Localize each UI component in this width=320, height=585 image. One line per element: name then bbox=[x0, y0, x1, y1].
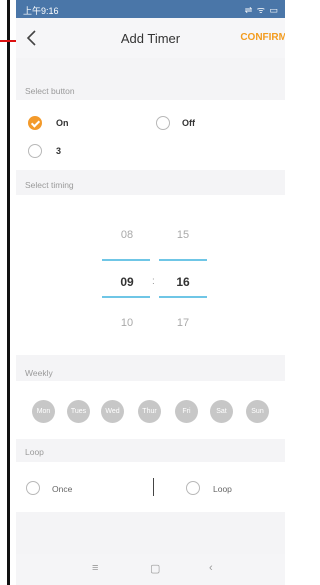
radio-3[interactable] bbox=[28, 144, 42, 158]
option-off-label: Off bbox=[182, 118, 195, 128]
option-3-label: 3 bbox=[56, 146, 62, 156]
minute-next[interactable]: 17 bbox=[163, 317, 203, 329]
system-nav-bar: ≡ ▢ ‹ bbox=[16, 554, 285, 585]
day-wed[interactable]: Wed bbox=[101, 400, 124, 423]
confirm-button[interactable]: CONFIRM bbox=[240, 32, 285, 43]
back-nav-icon[interactable]: ‹ bbox=[209, 562, 213, 574]
radio-once[interactable] bbox=[26, 481, 40, 495]
day-tues[interactable]: Tues bbox=[67, 400, 90, 423]
hour-selected[interactable]: 09 bbox=[107, 275, 147, 289]
time-picker[interactable]: 08 15 09 : 16 10 17 bbox=[16, 195, 285, 355]
loop-panel: Once Loop bbox=[16, 462, 285, 512]
select-button-label: Select button bbox=[25, 86, 75, 96]
home-icon[interactable]: ▢ bbox=[150, 562, 160, 575]
day-sat[interactable]: Sat bbox=[210, 400, 233, 423]
hour-highlight-top bbox=[102, 259, 150, 261]
nav-bar: Add Timer CONFIRM bbox=[16, 18, 285, 58]
minute-highlight-top bbox=[159, 259, 207, 261]
option-on-label: On bbox=[56, 118, 69, 128]
loop-once-label: Once bbox=[52, 484, 73, 494]
menu-icon[interactable]: ≡ bbox=[92, 562, 98, 574]
status-bar: 上午9:16 ⇌ ᯤ ▭ bbox=[16, 0, 285, 18]
phone-screen: 上午9:16 ⇌ ᯤ ▭ Add Timer CONFIRM Select bu… bbox=[16, 0, 285, 585]
day-sun[interactable]: Sun bbox=[246, 400, 269, 423]
time-separator: : bbox=[152, 276, 155, 287]
day-fri[interactable]: Fri bbox=[175, 400, 198, 423]
select-timing-label: Select timing bbox=[25, 180, 74, 190]
minute-selected[interactable]: 16 bbox=[163, 275, 203, 289]
minute-highlight-bottom bbox=[159, 296, 207, 298]
minute-prev[interactable]: 15 bbox=[163, 229, 203, 241]
annotation-marker bbox=[0, 40, 16, 42]
left-frame bbox=[0, 0, 16, 585]
select-button-panel: On Off 3 bbox=[16, 100, 285, 170]
day-thur[interactable]: Thur bbox=[138, 400, 161, 423]
hour-prev[interactable]: 08 bbox=[107, 229, 147, 241]
hour-next[interactable]: 10 bbox=[107, 317, 147, 329]
radio-on[interactable] bbox=[28, 116, 42, 130]
loop-divider bbox=[153, 478, 154, 496]
radio-off[interactable] bbox=[156, 116, 170, 130]
status-icons: ⇌ ᯤ ▭ bbox=[244, 5, 279, 15]
weekly-label: Weekly bbox=[25, 368, 53, 378]
loop-label: Loop bbox=[25, 447, 44, 457]
loop-loop-label: Loop bbox=[213, 484, 232, 494]
weekly-panel: Mon Tues Wed Thur Fri Sat Sun bbox=[16, 381, 285, 439]
hour-highlight-bottom bbox=[102, 296, 150, 298]
day-mon[interactable]: Mon bbox=[32, 400, 55, 423]
frame-border bbox=[7, 0, 10, 585]
radio-loop[interactable] bbox=[186, 481, 200, 495]
status-time: 上午9:16 bbox=[23, 6, 59, 16]
